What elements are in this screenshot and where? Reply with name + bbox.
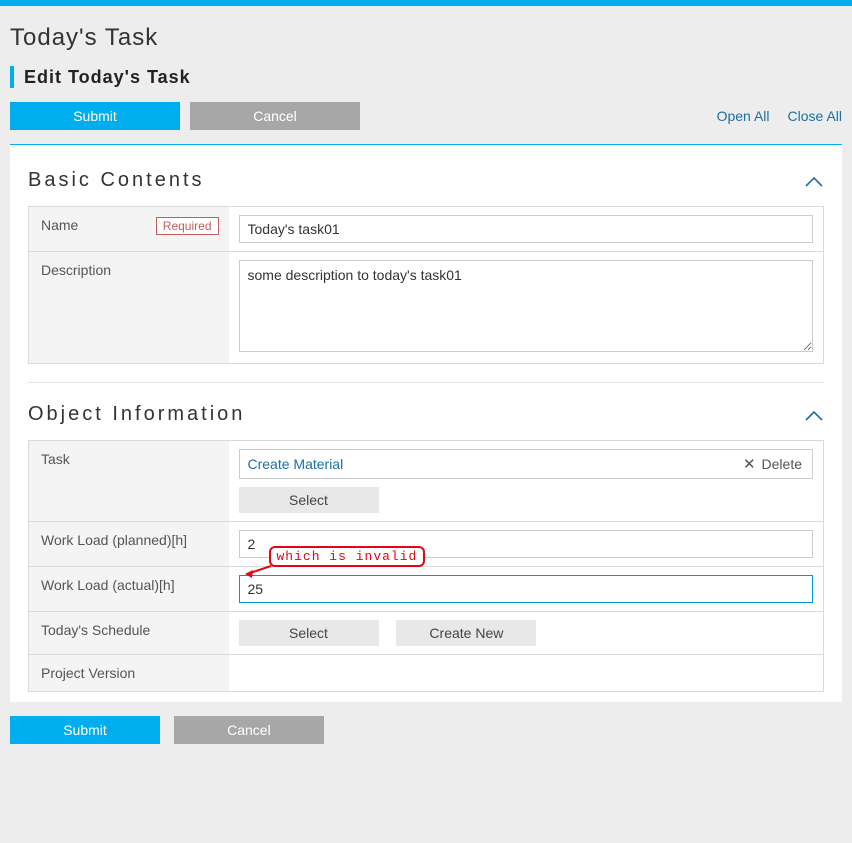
label-todays-schedule: Today's Schedule — [29, 612, 229, 655]
page-title: Today's Task — [0, 6, 852, 66]
cancel-button[interactable]: Cancel — [190, 102, 360, 130]
section-header-object-information: Object Information — [28, 397, 824, 440]
label-name: Name Required — [29, 207, 229, 252]
annotation-arrow-icon — [241, 562, 275, 580]
label-description: Description — [29, 252, 229, 364]
task-delete-label: Delete — [762, 456, 802, 472]
submit-button-footer[interactable]: Submit — [10, 716, 160, 744]
collapse-basic-contents-icon[interactable] — [804, 175, 824, 187]
workload-actual-input[interactable] — [239, 575, 814, 603]
description-textarea[interactable]: some description to today's task01 — [239, 260, 814, 352]
open-all-link[interactable]: Open All — [717, 108, 770, 124]
task-delete-button[interactable]: ✕ Delete — [743, 455, 802, 473]
annotation-callout: which is invalid — [269, 546, 426, 567]
task-link[interactable]: Create Material — [248, 456, 344, 472]
submit-button[interactable]: Submit — [10, 102, 180, 130]
schedule-select-button[interactable]: Select — [239, 620, 379, 646]
section-header-basic-contents: Basic Contents — [28, 163, 824, 206]
cancel-button-footer[interactable]: Cancel — [174, 716, 324, 744]
close-all-link[interactable]: Close All — [788, 108, 842, 124]
label-task: Task — [29, 441, 229, 522]
section-title-object-information: Object Information — [28, 403, 245, 426]
object-information-table: Task Create Material ✕ Delete Select — [28, 440, 824, 692]
required-badge: Required — [156, 217, 219, 235]
label-workload-planned: Work Load (planned)[h] — [29, 522, 229, 567]
task-select-button[interactable]: Select — [239, 487, 379, 513]
section-separator — [28, 382, 824, 383]
label-workload-actual: Work Load (actual)[h] — [29, 567, 229, 612]
name-input[interactable] — [239, 215, 814, 243]
task-info-row: Create Material ✕ Delete — [239, 449, 814, 479]
edit-title-accent — [10, 66, 14, 88]
project-version-value — [229, 655, 824, 692]
close-icon: ✕ — [743, 455, 756, 473]
section-title-basic-contents: Basic Contents — [28, 169, 205, 192]
label-name-text: Name — [41, 217, 78, 233]
basic-contents-table: Name Required Description some descripti… — [28, 206, 824, 364]
edit-title: Edit Today's Task — [24, 67, 191, 88]
collapse-object-information-icon[interactable] — [804, 409, 824, 421]
label-project-version: Project Version — [29, 655, 229, 692]
schedule-create-new-button[interactable]: Create New — [396, 620, 536, 646]
main-panel: Basic Contents Name Required Description… — [10, 145, 842, 702]
